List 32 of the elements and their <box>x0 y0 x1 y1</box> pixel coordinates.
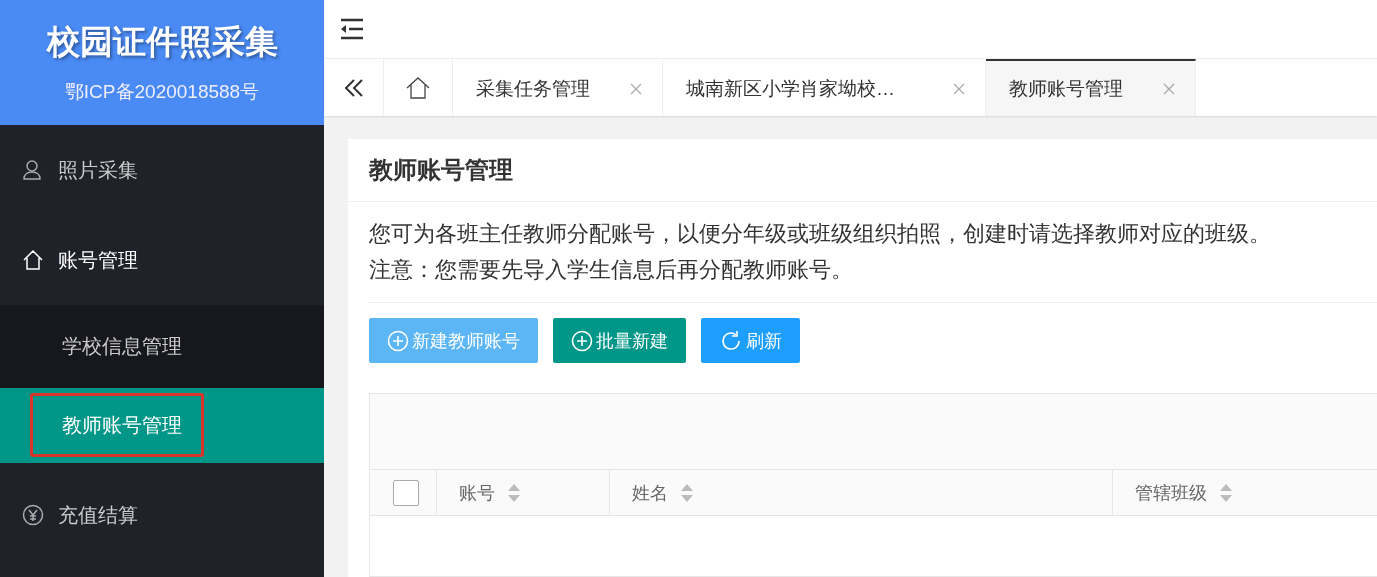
menu-icon[interactable] <box>340 18 364 41</box>
app-title: 校园证件照采集 <box>46 22 278 62</box>
close-icon[interactable] <box>953 82 965 95</box>
sidebar-item[interactable]: 充值结算 <box>0 470 324 560</box>
refresh-icon <box>719 328 743 353</box>
plus-circle-icon <box>387 329 409 352</box>
notice-text: 您可为各班主任教师分配账号，以便分年级或班级组织拍照，创建时请选择教师对应的班级。 <box>369 220 1272 248</box>
submenu-item[interactable]: 学校信息管理 <box>0 305 324 388</box>
sort-icon[interactable] <box>1218 482 1233 503</box>
home-icon <box>22 249 44 271</box>
select-all-checkbox[interactable] <box>393 479 419 506</box>
close-icon[interactable] <box>1163 82 1175 95</box>
sort-icon[interactable] <box>679 482 694 503</box>
card-title: 教师账号管理 <box>369 155 513 185</box>
sidebar-item[interactable]: 账号管理 <box>0 215 324 305</box>
toolbar-button[interactable]: 批量新建 <box>553 318 686 363</box>
tab[interactable]: 采集任务管理 <box>453 59 663 116</box>
person-icon <box>22 159 44 181</box>
sort-icon[interactable] <box>506 482 521 503</box>
icp-number: 鄂ICP备2020018588号 <box>64 80 260 104</box>
home-icon[interactable] <box>406 76 430 99</box>
column-header[interactable]: 管辖班级 <box>1134 480 1207 505</box>
sidebar-item[interactable]: 照片采集 <box>0 125 324 215</box>
yen-icon <box>22 504 44 526</box>
notice-text: 注意：您需要先导入学生信息后再分配教师账号。 <box>369 256 854 284</box>
plus-circle-icon <box>571 329 593 352</box>
close-icon[interactable] <box>630 82 642 95</box>
column-header[interactable]: 姓名 <box>631 480 668 505</box>
tab[interactable]: 教师账号管理 <box>986 59 1196 116</box>
double-chevron-left-icon[interactable] <box>342 77 365 98</box>
submenu-item[interactable]: 教师账号管理 <box>0 388 324 463</box>
column-header[interactable]: 账号 <box>458 480 495 505</box>
